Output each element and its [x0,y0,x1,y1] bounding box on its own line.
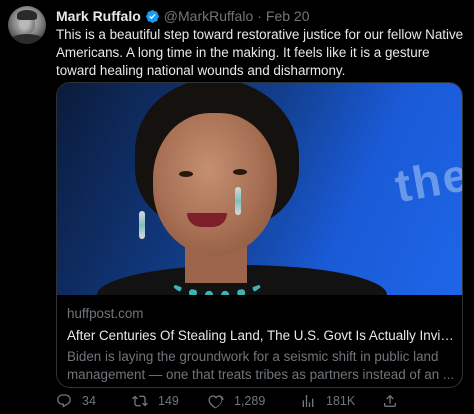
views-icon [302,395,314,407]
avatar[interactable] [8,6,46,44]
like-icon [208,395,224,409]
verified-badge-icon [145,10,159,23]
card-title[interactable]: After Centuries Of Stealing Land, The U.… [67,327,457,345]
photo-eye-right [233,169,247,175]
author-name[interactable]: Mark Ruffalo [56,8,141,25]
share-button[interactable] [382,393,408,409]
reply-button[interactable]: 34 [56,393,96,409]
photo-earring-left [139,211,145,239]
photo-eye-left [179,171,193,177]
avatar-shoulders [10,34,44,44]
views-button[interactable]: 181K [300,393,355,409]
tweet-date[interactable]: Feb 20 [266,8,310,25]
reply-count: 34 [82,394,96,408]
share-icon [384,394,396,407]
tweet[interactable]: Mark Ruffalo @MarkRuffalo · Feb 20 This … [0,0,474,414]
tweet-header: Mark Ruffalo @MarkRuffalo · Feb 20 [56,8,310,25]
tweet-text: This is a beautiful step toward restorat… [56,27,464,78]
separator-dot: · [257,8,262,24]
photo-necklace [169,259,265,295]
retweet-count: 149 [158,394,179,408]
author-handle[interactable]: @MarkRuffalo [164,8,253,25]
card-image: the [57,83,462,295]
card-description: Biden is laying the groundwork for a sei… [67,349,455,382]
views-count: 181K [326,394,356,408]
background-sign: the [391,147,462,213]
link-card[interactable]: the huffpost.com After Centuries Of Stea… [56,82,463,388]
retweet-icon [132,395,148,407]
card-domain: huffpost.com [67,306,144,321]
like-count: 1,289 [234,394,266,408]
photo-earring-right [235,187,241,215]
card-meta: huffpost.com After Centuries Of Stealing… [67,305,457,384]
like-button[interactable]: 1,289 [208,393,265,409]
reply-icon [57,394,71,408]
action-bar: 34 149 1,289 181K [56,393,466,411]
retweet-button[interactable]: 149 [132,393,179,409]
photo-face [153,113,277,255]
avatar-hair [17,10,37,20]
